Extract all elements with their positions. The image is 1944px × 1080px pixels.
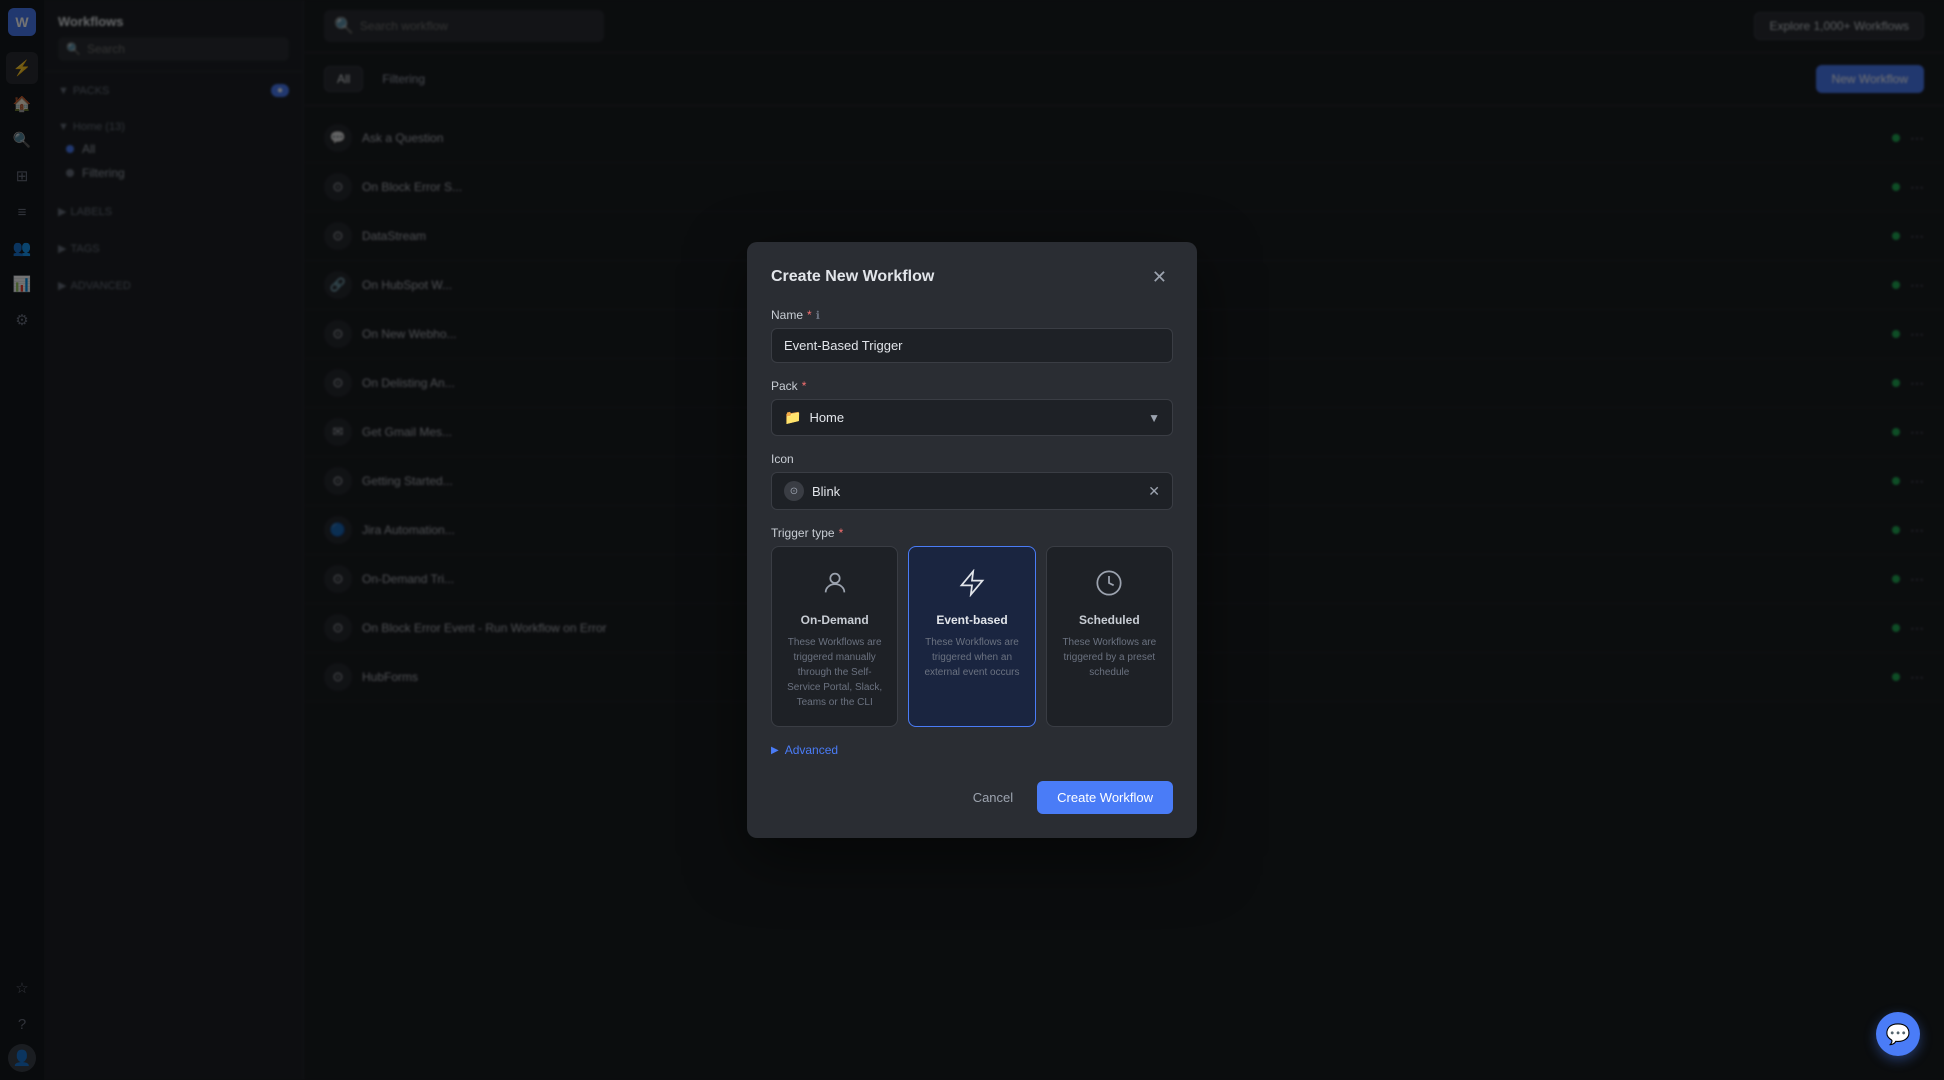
pack-required: * bbox=[802, 379, 807, 393]
blink-icon: ⊙ bbox=[784, 481, 804, 501]
name-required: * bbox=[807, 308, 812, 322]
on-demand-icon bbox=[784, 563, 885, 603]
trigger-card-scheduled[interactable]: Scheduled These Workflows are triggered … bbox=[1046, 546, 1173, 727]
name-info-icon[interactable]: ℹ bbox=[816, 309, 820, 322]
icon-field-group: Icon ⊙ Blink ✕ bbox=[771, 452, 1173, 510]
chevron-down-icon: ▼ bbox=[1148, 411, 1160, 425]
trigger-card-on-demand[interactable]: On-Demand These Workflows are triggered … bbox=[771, 546, 898, 727]
on-demand-desc: These Workflows are triggered manually t… bbox=[784, 635, 885, 710]
event-based-icon bbox=[921, 563, 1022, 603]
trigger-cards: On-Demand These Workflows are triggered … bbox=[771, 546, 1173, 727]
icon-input[interactable]: ⊙ Blink ✕ bbox=[771, 472, 1173, 510]
chevron-right-icon: ▶ bbox=[771, 745, 779, 756]
name-field-group: Name * ℹ bbox=[771, 308, 1173, 363]
modal-close-button[interactable]: ✕ bbox=[1146, 266, 1173, 288]
folder-icon: 📁 bbox=[784, 409, 801, 426]
pack-select[interactable]: 📁 Home ▼ bbox=[771, 399, 1173, 436]
event-based-title: Event-based bbox=[921, 613, 1022, 627]
icon-name: Blink bbox=[812, 484, 1140, 499]
event-based-desc: These Workflows are triggered when an ex… bbox=[921, 635, 1022, 680]
scheduled-icon bbox=[1059, 563, 1160, 603]
advanced-label: Advanced bbox=[785, 743, 838, 757]
cancel-button[interactable]: Cancel bbox=[959, 782, 1027, 813]
trigger-card-event-based[interactable]: Event-based These Workflows are triggere… bbox=[908, 546, 1035, 727]
create-workflow-modal: Create New Workflow ✕ Name * ℹ Pack * 📁 … bbox=[747, 242, 1197, 838]
modal-overlay[interactable]: Create New Workflow ✕ Name * ℹ Pack * 📁 … bbox=[0, 0, 1944, 1080]
name-input[interactable] bbox=[771, 328, 1173, 363]
modal-header: Create New Workflow ✕ bbox=[771, 266, 1173, 288]
name-label: Name * ℹ bbox=[771, 308, 1173, 322]
pack-field-group: Pack * 📁 Home ▼ bbox=[771, 379, 1173, 436]
trigger-required: * bbox=[839, 526, 844, 540]
chat-widget-button[interactable]: 💬 bbox=[1876, 1012, 1920, 1056]
on-demand-title: On-Demand bbox=[784, 613, 885, 627]
scheduled-title: Scheduled bbox=[1059, 613, 1160, 627]
advanced-toggle[interactable]: ▶ Advanced bbox=[771, 743, 1173, 757]
icon-label: Icon bbox=[771, 452, 1173, 466]
trigger-label: Trigger type * bbox=[771, 526, 1173, 540]
modal-footer: Cancel Create Workflow bbox=[771, 781, 1173, 814]
pack-label: Pack * bbox=[771, 379, 1173, 393]
modal-title: Create New Workflow bbox=[771, 268, 934, 286]
scheduled-desc: These Workflows are triggered by a prese… bbox=[1059, 635, 1160, 680]
trigger-type-group: Trigger type * On-Demand These Workflows… bbox=[771, 526, 1173, 727]
create-workflow-button[interactable]: Create Workflow bbox=[1037, 781, 1173, 814]
icon-clear-button[interactable]: ✕ bbox=[1148, 483, 1160, 500]
pack-value: Home bbox=[809, 410, 844, 425]
